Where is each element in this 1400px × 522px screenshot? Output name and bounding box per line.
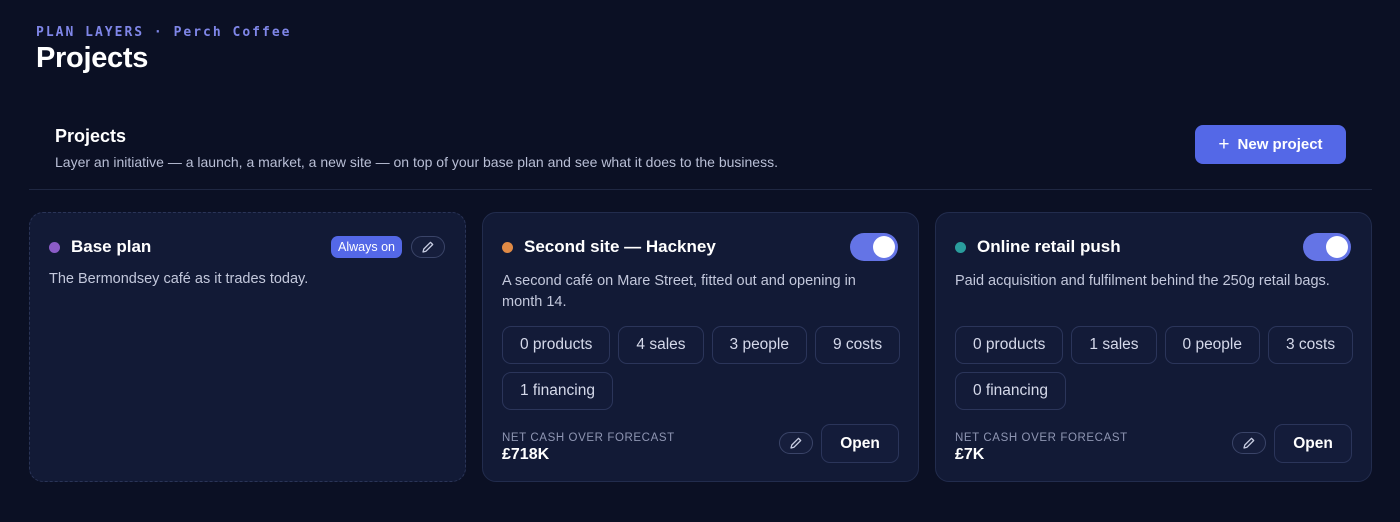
net-cash-value: £7K	[955, 446, 985, 463]
chip-sales[interactable]: 4 sales	[618, 326, 704, 364]
toggle-knob	[873, 236, 895, 258]
pencil-icon	[422, 241, 434, 253]
project-card-online-retail: Online retail push Paid acquisition and …	[935, 212, 1372, 482]
section-divider	[29, 189, 1372, 190]
edit-project-button[interactable]	[1232, 432, 1266, 454]
chip-costs[interactable]: 3 costs	[1268, 326, 1354, 364]
project-enabled-toggle[interactable]	[1303, 233, 1351, 261]
card-title: Base plan	[71, 237, 152, 256]
plus-icon: +	[1218, 134, 1230, 155]
new-project-button[interactable]: + New project	[1195, 125, 1346, 164]
page-eyebrow: PLAN LAYERS · Perch Coffee	[36, 25, 292, 40]
chip-sales[interactable]: 1 sales	[1071, 326, 1157, 364]
pencil-icon	[790, 437, 802, 449]
project-color-dot	[502, 241, 513, 253]
project-color-dot	[955, 241, 966, 253]
edit-base-plan-button[interactable]	[411, 236, 445, 258]
base-plan-color-dot	[49, 241, 60, 253]
project-summary-chips: 0 products 1 sales 0 people 3 costs 0 fi…	[955, 326, 1355, 410]
base-plan-card: Base plan Always on The Bermondsey café …	[29, 212, 466, 482]
section-title: Projects	[55, 126, 127, 146]
project-enabled-toggle[interactable]	[850, 233, 898, 261]
card-header: Online retail push	[955, 233, 1351, 261]
card-title: Second site — Hackney	[524, 237, 716, 256]
net-cash-label: NET CASH OVER FORECAST	[502, 432, 675, 444]
card-title: Online retail push	[977, 237, 1121, 256]
open-project-button[interactable]: Open	[1274, 424, 1352, 463]
toggle-knob	[1326, 236, 1348, 258]
card-description: A second café on Mare Street, fitted out…	[502, 273, 856, 310]
new-project-label: New project	[1237, 136, 1323, 153]
card-header: Base plan Always on	[49, 235, 445, 259]
card-header: Second site — Hackney	[502, 233, 898, 261]
chip-financing[interactable]: 1 financing	[502, 372, 613, 410]
chip-costs[interactable]: 9 costs	[815, 326, 901, 364]
chip-products[interactable]: 0 products	[955, 326, 1064, 364]
chip-people[interactable]: 3 people	[711, 326, 807, 364]
open-project-button[interactable]: Open	[821, 424, 899, 463]
card-description: Paid acquisition and fulfilment behind t…	[955, 273, 1330, 289]
section-description: Layer an initiative — a launch, a market…	[55, 154, 778, 170]
project-summary-chips: 0 products 4 sales 3 people 9 costs 1 fi…	[502, 326, 902, 410]
always-on-badge: Always on	[331, 236, 402, 258]
card-description: The Bermondsey café as it trades today.	[49, 271, 309, 287]
project-card-second-site: Second site — Hackney A second café on M…	[482, 212, 919, 482]
chip-people[interactable]: 0 people	[1164, 326, 1260, 364]
net-cash-label: NET CASH OVER FORECAST	[955, 432, 1128, 444]
chip-financing[interactable]: 0 financing	[955, 372, 1066, 410]
section-header: Projects Layer an initiative — a launch,…	[55, 126, 955, 170]
edit-project-button[interactable]	[779, 432, 813, 454]
page-title: Projects	[36, 42, 149, 74]
chip-products[interactable]: 0 products	[502, 326, 611, 364]
net-cash-value: £718K	[502, 446, 550, 463]
pencil-icon	[1243, 437, 1255, 449]
